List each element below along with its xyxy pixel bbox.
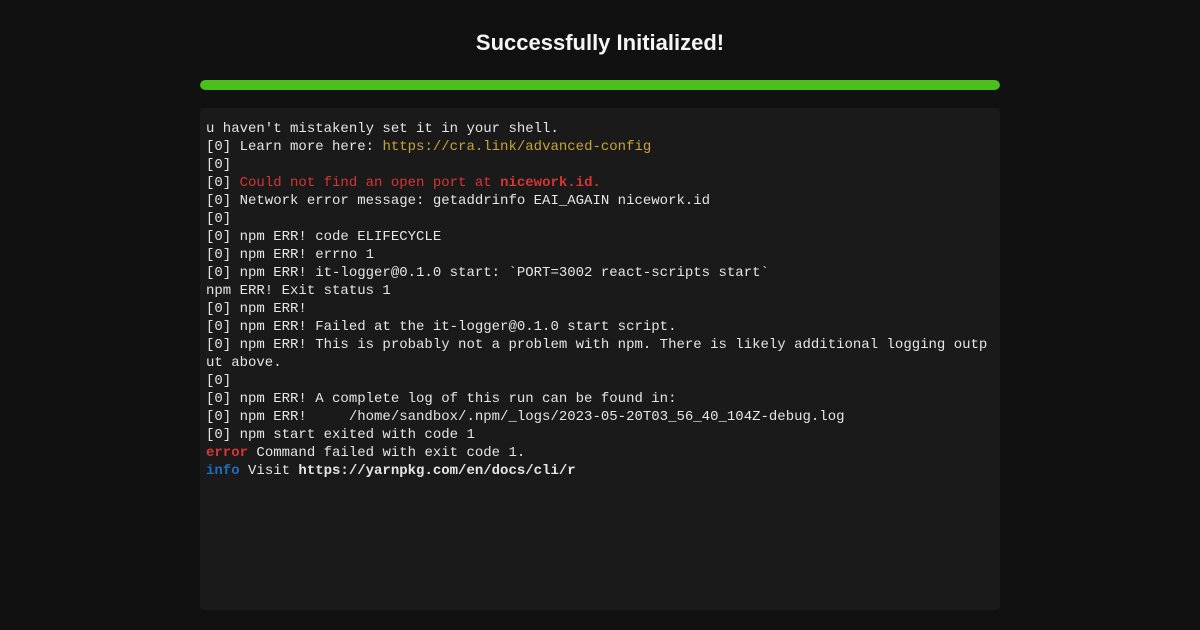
terminal-line: [0] npm ERR! /home/sandbox/.npm/_logs/20… bbox=[206, 408, 994, 426]
terminal-line: [0] npm ERR! code ELIFECYCLE bbox=[206, 228, 994, 246]
page-title: Successfully Initialized! bbox=[200, 30, 1000, 56]
terminal-output[interactable]: u haven't mistakenly set it in your shel… bbox=[200, 108, 1000, 610]
terminal-line: [0] npm ERR! This is probably not a prob… bbox=[206, 336, 994, 372]
terminal-line: [0] npm start exited with code 1 bbox=[206, 426, 994, 444]
terminal-line: [0] npm ERR! bbox=[206, 300, 994, 318]
terminal-line: error Command failed with exit code 1. bbox=[206, 444, 994, 462]
terminal-line: [0] npm ERR! Failed at the it-logger@0.1… bbox=[206, 318, 994, 336]
terminal-line: [0] Learn more here: https://cra.link/ad… bbox=[206, 138, 994, 156]
terminal-line: [0] bbox=[206, 210, 994, 228]
terminal-line: u haven't mistakenly set it in your shel… bbox=[206, 120, 994, 138]
terminal-line: [0] npm ERR! it-logger@0.1.0 start: `POR… bbox=[206, 264, 994, 282]
terminal-line: npm ERR! Exit status 1 bbox=[206, 282, 994, 300]
progress-fill bbox=[200, 80, 1000, 90]
main-container: Successfully Initialized! u haven't mist… bbox=[0, 0, 1200, 610]
progress-bar bbox=[200, 80, 1000, 90]
terminal-line: info Visit https://yarnpkg.com/en/docs/c… bbox=[206, 462, 994, 480]
terminal-line: [0] bbox=[206, 156, 994, 174]
terminal-line: [0] npm ERR! A complete log of this run … bbox=[206, 390, 994, 408]
terminal-line: [0] bbox=[206, 372, 994, 390]
terminal-line: [0] npm ERR! errno 1 bbox=[206, 246, 994, 264]
terminal-line: [0] Could not find an open port at nicew… bbox=[206, 174, 994, 192]
terminal-line: [0] Network error message: getaddrinfo E… bbox=[206, 192, 994, 210]
